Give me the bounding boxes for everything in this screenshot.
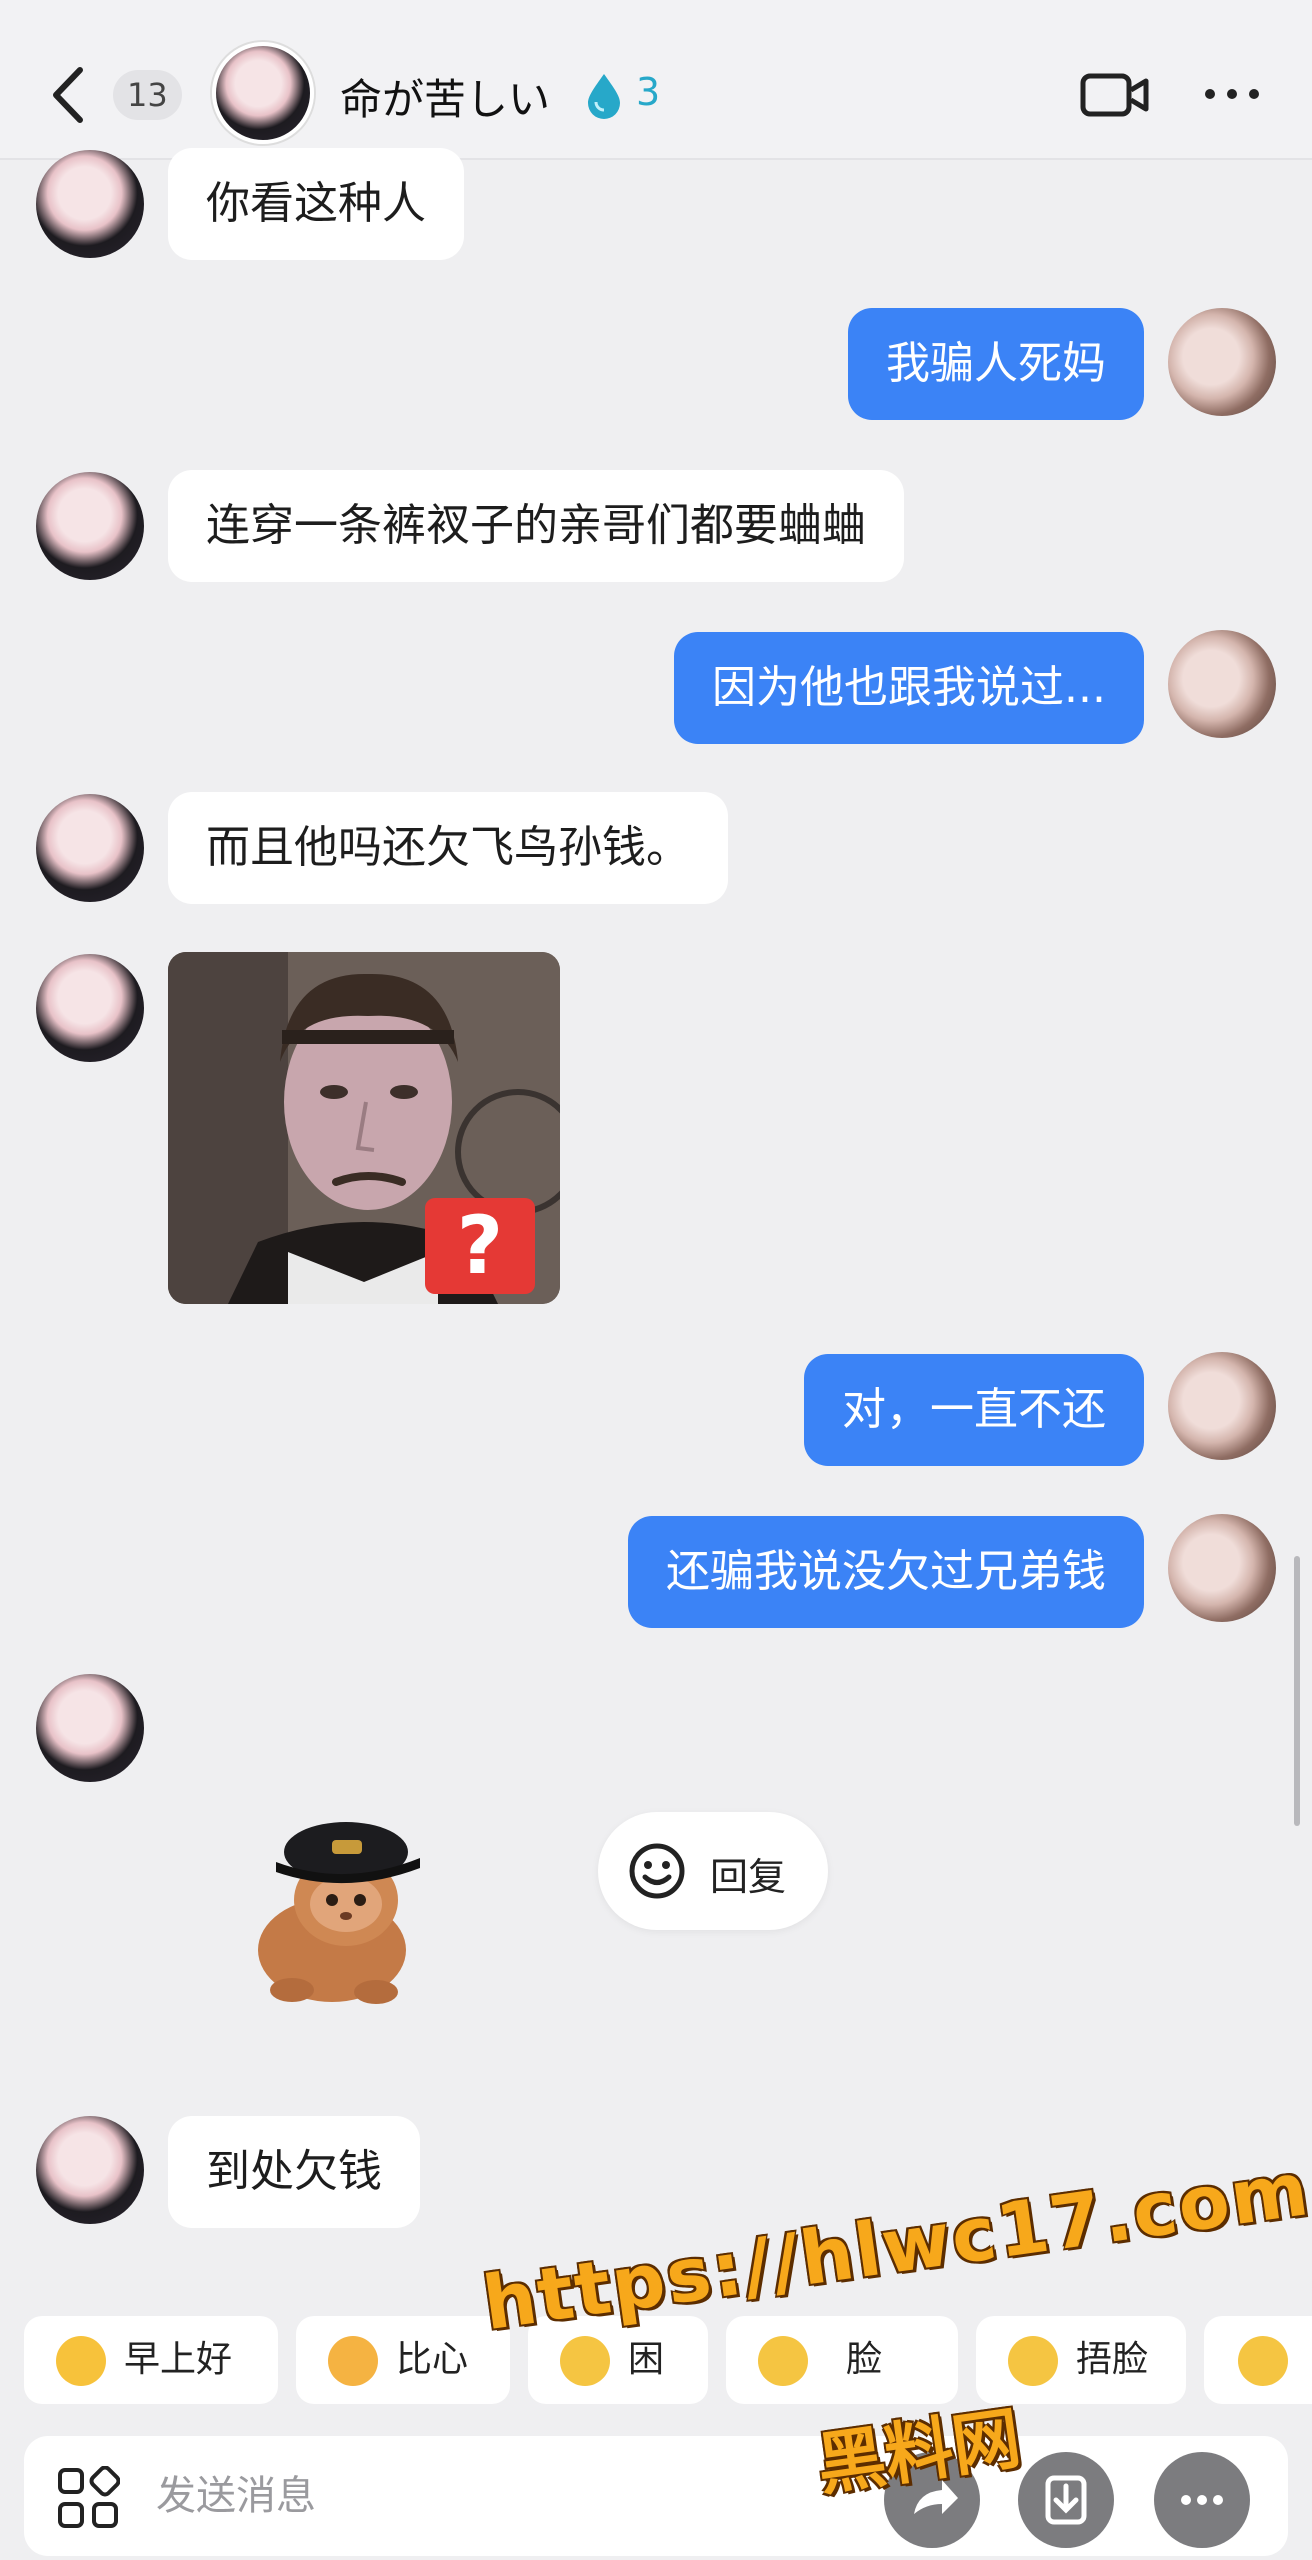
incoming-message-bubble[interactable]: 而且他吗还欠飞鸟孙钱。 xyxy=(168,792,728,904)
download-button[interactable] xyxy=(1018,2452,1114,2548)
chevron-left-icon[interactable] xyxy=(44,60,94,130)
heart-hands-emoji-icon xyxy=(328,2336,378,2386)
contact-name[interactable]: 命が苦しい xyxy=(340,66,550,127)
outgoing-message-bubble[interactable]: 因为他也跟我说过... xyxy=(674,632,1144,744)
my-avatar[interactable] xyxy=(1168,308,1276,416)
contact-avatar[interactable] xyxy=(36,2116,144,2224)
quick-reply-chip[interactable]: 早上好 xyxy=(24,2316,278,2404)
smiley-icon xyxy=(629,1843,685,1899)
outgoing-message-bubble[interactable]: 我骗人死妈 xyxy=(848,308,1144,420)
quick-reply-chip[interactable] xyxy=(1204,2316,1312,2404)
my-avatar[interactable] xyxy=(1168,1514,1276,1622)
message-input-bar: 发送消息 xyxy=(24,2436,1288,2556)
quick-reply-chip[interactable]: 比心 xyxy=(296,2316,510,2404)
more-button[interactable] xyxy=(1154,2452,1250,2548)
contact-avatar[interactable] xyxy=(36,1674,144,1782)
contact-avatar[interactable] xyxy=(36,794,144,902)
unread-count-badge[interactable]: 13 xyxy=(113,70,182,120)
reply-label: 回复 xyxy=(710,1855,787,1899)
contact-avatar[interactable] xyxy=(212,42,314,144)
my-avatar[interactable] xyxy=(1168,630,1276,738)
quick-reply-chip[interactable]: 脸 xyxy=(726,2316,958,2404)
streak-count: 3 xyxy=(636,70,661,114)
video-camera-icon[interactable] xyxy=(1080,70,1150,120)
sun-emoji-icon xyxy=(56,2336,106,2386)
image-message[interactable]: ? xyxy=(168,952,560,1304)
outgoing-message-bubble[interactable]: 对，一直不还 xyxy=(804,1354,1144,1466)
sleepy-emoji-icon xyxy=(560,2336,610,2386)
download-icon xyxy=(1045,2475,1087,2525)
contact-avatar[interactable] xyxy=(36,472,144,580)
scrollbar[interactable] xyxy=(1294,1556,1300,1826)
my-avatar[interactable] xyxy=(1168,1352,1276,1460)
water-drop-icon xyxy=(588,74,620,119)
message-input[interactable]: 发送消息 xyxy=(156,2466,316,2526)
apps-grid-icon[interactable] xyxy=(56,2466,120,2530)
reply-button[interactable]: 回复 xyxy=(598,1812,828,1930)
thumbs-up-emoji-icon xyxy=(1238,2336,1288,2386)
more-horizontal-icon xyxy=(1181,2495,1223,2505)
chat-screen: 13 命が苦しい 3 你看这种人 我骗人死妈 连穿一条裤衩子的亲哥们都要蛐蛐 因… xyxy=(0,0,1312,2560)
chat-header: 13 命が苦しい 3 xyxy=(0,0,1312,160)
incoming-message-bubble[interactable]: 到处欠钱 xyxy=(168,2116,420,2228)
contact-avatar[interactable] xyxy=(36,150,144,258)
cat-sticker[interactable] xyxy=(236,1800,436,2010)
face-emoji-icon xyxy=(758,2336,808,2386)
incoming-message-bubble[interactable]: 你看这种人 xyxy=(168,148,464,260)
more-horizontal-icon[interactable] xyxy=(1202,86,1262,102)
facepalm-emoji-icon xyxy=(1008,2336,1058,2386)
question-mark-overlay: ? xyxy=(425,1198,535,1294)
contact-avatar[interactable] xyxy=(36,954,144,1062)
outgoing-message-bubble[interactable]: 还骗我说没欠过兄弟钱 xyxy=(628,1516,1144,1628)
incoming-message-bubble[interactable]: 连穿一条裤衩子的亲哥们都要蛐蛐 xyxy=(168,470,904,582)
